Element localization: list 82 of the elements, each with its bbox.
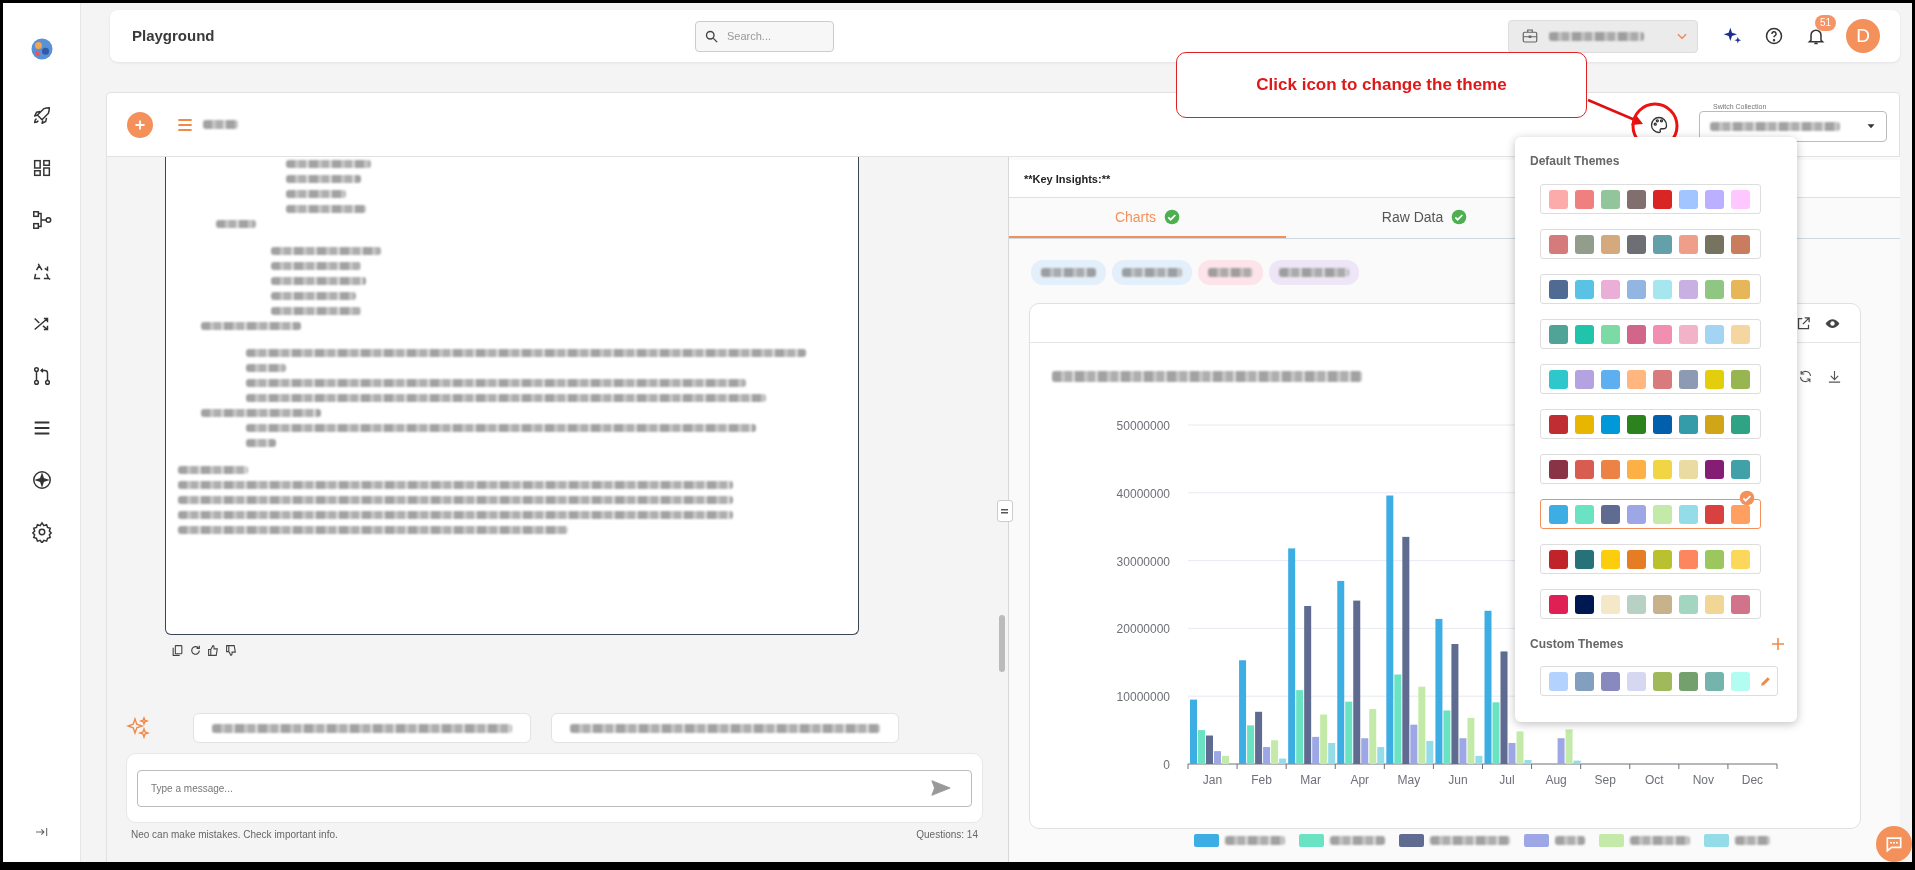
filter-chip[interactable] [1112, 260, 1192, 285]
axis-label: Aug [1545, 773, 1567, 787]
refresh-icon[interactable] [1798, 368, 1813, 384]
axis-label: May [1397, 773, 1421, 787]
blurred-text [1225, 836, 1285, 845]
blurred-text [1330, 836, 1385, 845]
axis-label: Oct [1644, 773, 1664, 787]
section-heading: Default Themes [1530, 154, 1620, 168]
briefcase-icon [1521, 27, 1539, 45]
axis-label: 30000000 [1116, 554, 1170, 569]
blurred-text [1555, 836, 1585, 845]
legend-swatch[interactable] [1524, 834, 1549, 847]
message-field[interactable]: Type a message... [137, 770, 972, 807]
thumbs-up-icon[interactable] [207, 644, 220, 657]
search-field[interactable]: Search... [695, 20, 834, 52]
download-icon[interactable] [1827, 368, 1842, 384]
suggestion-chip[interactable] [193, 713, 531, 743]
legend-swatch[interactable] [1704, 834, 1729, 847]
axis-label: 50000000 [1116, 419, 1170, 433]
avatar[interactable]: D [1846, 19, 1880, 53]
axis-label: 0 [1163, 758, 1170, 772]
filter-chip[interactable] [1198, 260, 1263, 285]
filter-chip[interactable] [1269, 260, 1359, 285]
axis-label: Dec [1741, 773, 1764, 787]
blurred-text [1735, 836, 1770, 845]
blurred-text [216, 220, 256, 228]
sparkle-icon[interactable] [30, 469, 53, 491]
suggestion-chip[interactable] [551, 713, 899, 743]
blurred-text [1630, 836, 1690, 845]
legend-swatch[interactable] [1399, 834, 1424, 847]
tab[interactable]: Charts [1009, 198, 1286, 238]
help-icon[interactable] [1764, 26, 1784, 46]
question-count: Questions: 14 [916, 829, 978, 840]
scrollbar-thumb[interactable] [999, 615, 1005, 672]
axis-label: Nov [1692, 773, 1715, 787]
copy-icon[interactable] [171, 644, 184, 657]
regenerate-icon[interactable] [189, 644, 202, 657]
tab[interactable]: Raw Data [1286, 198, 1563, 238]
blurred-text [1041, 268, 1096, 277]
blurred-text [1279, 268, 1349, 277]
axis-label: 20000000 [1116, 622, 1170, 637]
legend-swatch[interactable] [1194, 834, 1219, 847]
section-heading: Custom Themes [1530, 637, 1624, 651]
collection-dropdown[interactable] [1699, 110, 1887, 142]
search-icon [704, 28, 719, 44]
blurred-text [203, 120, 238, 129]
axis-label: Jun [1448, 773, 1468, 787]
settings-icon[interactable] [30, 521, 53, 543]
axis-label: Sep [1594, 773, 1616, 787]
sparkle-icon [126, 716, 150, 740]
axis-label: 40000000 [1116, 486, 1170, 501]
section-heading: **Key Insights:** [1024, 172, 1111, 185]
blurred-text [246, 364, 286, 372]
check-icon [1739, 490, 1755, 506]
legend-swatch[interactable] [1299, 834, 1324, 847]
send-icon[interactable] [930, 777, 952, 799]
callout-text: Click icon to change the theme [1176, 52, 1587, 118]
legend-swatch[interactable] [1599, 834, 1624, 847]
blurred-text [1122, 268, 1182, 277]
annotation-arrow [1587, 98, 1643, 125]
sparkle-icon[interactable] [1722, 26, 1742, 46]
filter-chip[interactable] [1031, 260, 1106, 285]
palette-icon[interactable] [1649, 114, 1669, 135]
notification-count: 51 [1815, 15, 1837, 31]
axis-label: Jul [1499, 773, 1515, 787]
resize-handle[interactable] [997, 500, 1013, 522]
axis-label: Apr [1350, 773, 1370, 787]
blurred-text [178, 466, 248, 474]
axis-label: Feb [1251, 773, 1272, 787]
blurred-text [1208, 268, 1253, 277]
open-external-icon[interactable] [1796, 315, 1811, 331]
axis-label: Mar [1300, 773, 1322, 787]
flow-icon[interactable] [30, 209, 53, 231]
thumbs-down-icon[interactable] [225, 644, 238, 657]
axis-label: Jan [1202, 773, 1223, 787]
workspace-dropdown[interactable] [1508, 19, 1698, 53]
disclaimer-text: Neo can make mistakes. Check important info. [131, 829, 338, 840]
chat-icon [1884, 834, 1904, 854]
blurred-text [246, 439, 276, 447]
blurred-text [286, 190, 346, 198]
axis-label: 10000000 [1116, 690, 1170, 705]
page-title: Playground [132, 27, 215, 44]
